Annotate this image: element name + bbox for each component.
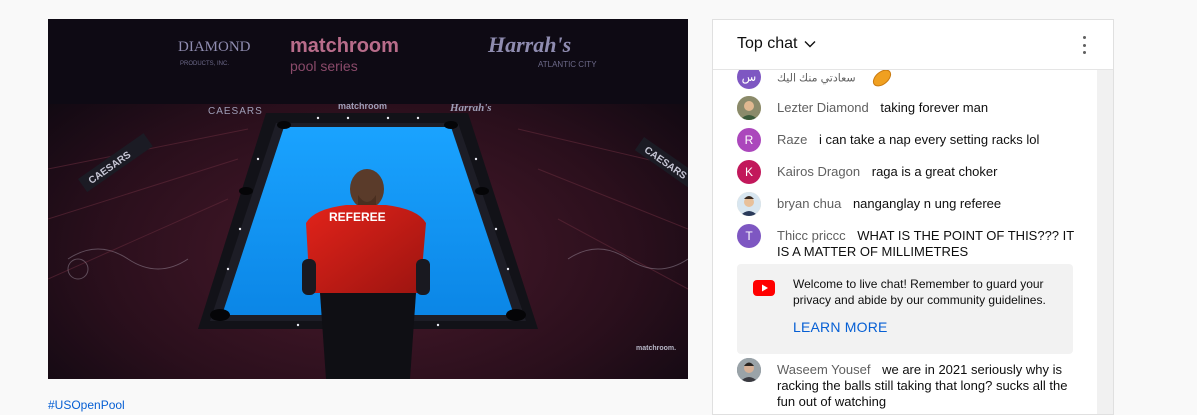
sponsor-diamond-sub: PRODUCTS, INC.: [180, 61, 229, 67]
youtube-logo-icon: [753, 280, 775, 296]
chat-text: nanganglay n ung referee: [852, 196, 1002, 211]
learn-more-link[interactable]: LEARN MORE: [793, 319, 888, 335]
welcome-banner: Welcome to live chat! Remember to guard …: [737, 264, 1073, 354]
user-photo-icon: [737, 192, 761, 216]
rail-caesars: CAESARS: [208, 106, 263, 117]
chat-text: سعادتي منك اليك: [777, 72, 856, 85]
video-frame: DIAMOND PRODUCTS, INC. matchroom pool se…: [48, 19, 688, 379]
avatar-letter: R: [744, 133, 754, 147]
sponsor-matchroom: matchroom: [290, 35, 399, 57]
avatar[interactable]: [737, 96, 761, 120]
avatar[interactable]: R: [737, 128, 761, 152]
avatar-letter: T: [745, 229, 753, 243]
chat-text: i can take a nap every setting racks lol: [818, 132, 1040, 147]
chat-author[interactable]: Thicc priccc: [777, 228, 846, 243]
sponsor-diamond: DIAMOND: [178, 39, 251, 55]
referee-shirt-text: REFEREE: [329, 210, 386, 224]
avatar-letter: K: [744, 165, 753, 179]
welcome-text: Welcome to live chat! Remember to guard …: [793, 277, 1046, 307]
chat-message: R Raze i can take a nap every setting ra…: [737, 128, 1083, 152]
avatar[interactable]: T: [737, 224, 761, 248]
chat-message: Waseem Yousef we are in 2021 seriously w…: [737, 358, 1083, 410]
sponsor-pool-series: pool series: [290, 58, 358, 74]
live-chat-panel: Top chat س سعادتي منك اليك Lezter Diamon…: [712, 19, 1114, 415]
chat-scrollbar[interactable]: [1097, 70, 1113, 414]
avatar-letter: س: [741, 70, 757, 84]
user-photo-icon: [737, 96, 761, 120]
chat-message: Lezter Diamond taking forever man: [737, 96, 1083, 120]
avatar[interactable]: K: [737, 160, 761, 184]
video-player[interactable]: DIAMOND PRODUCTS, INC. matchroom pool se…: [48, 19, 688, 379]
chat-author[interactable]: Waseem Yousef: [777, 362, 870, 377]
chat-message: T Thicc priccc WHAT IS THE POINT OF THIS…: [737, 224, 1083, 260]
chat-text: raga is a great choker: [871, 164, 998, 179]
chat-message: K Kairos Dragon raga is a great choker: [737, 160, 1083, 184]
video-watermark: matchroom.: [636, 345, 676, 352]
chevron-down-icon: [804, 41, 816, 48]
football-emoji-icon: [873, 69, 892, 87]
avatar[interactable]: [737, 192, 761, 216]
chat-message: bryan chua nanganglay n ung referee: [737, 192, 1083, 216]
chat-author[interactable]: Raze: [777, 132, 807, 147]
chat-author[interactable]: bryan chua: [777, 196, 841, 211]
sponsor-harrahs: Harrah's: [487, 32, 571, 57]
chat-text: taking forever man: [880, 100, 989, 115]
rail-harrahs: Harrah's: [449, 102, 492, 114]
chat-mode-dropdown[interactable]: Top chat: [737, 35, 817, 53]
hashtag-link[interactable]: #USOpenPool: [48, 398, 125, 412]
user-photo-icon: [737, 358, 761, 382]
rail-matchroom: matchroom: [338, 101, 387, 111]
chat-title: Top chat: [737, 35, 798, 52]
chat-author[interactable]: Lezter Diamond: [777, 100, 869, 115]
more-options-icon[interactable]: [1075, 35, 1093, 55]
chat-author[interactable]: Kairos Dragon: [777, 164, 860, 179]
chat-header: Top chat: [713, 20, 1113, 70]
sponsor-harrahs-sub: ATLANTIC CITY: [538, 60, 597, 69]
avatar[interactable]: [737, 358, 761, 382]
